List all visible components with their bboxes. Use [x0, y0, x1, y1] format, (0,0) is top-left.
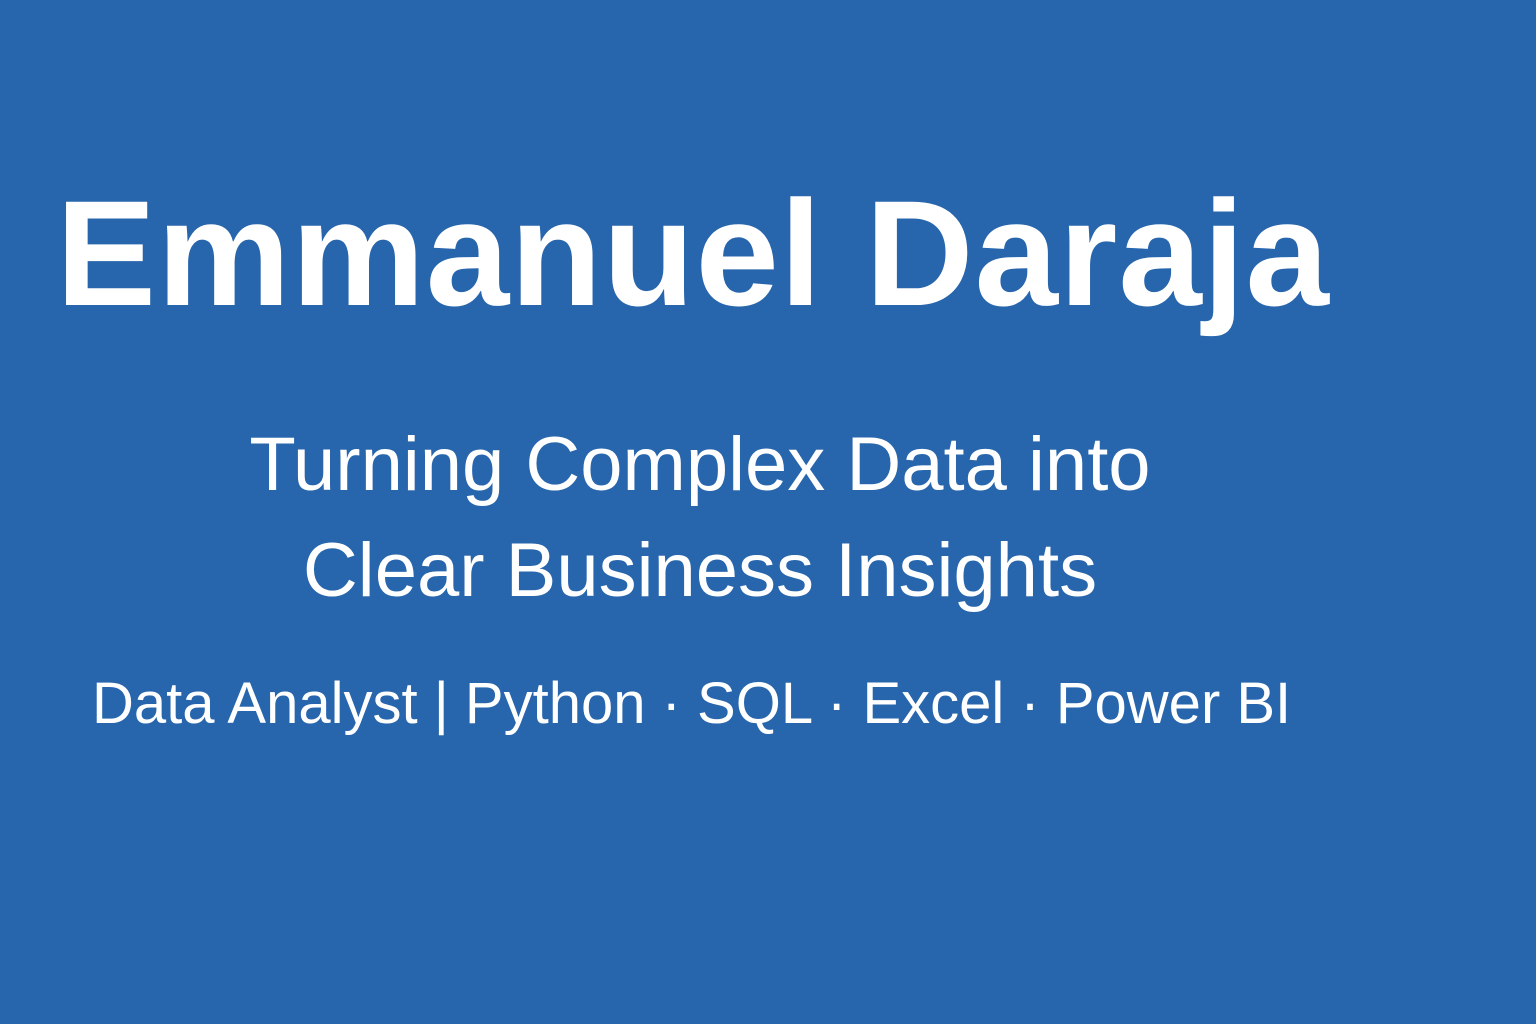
tagline-line-2: Clear Business Insights [302, 528, 1098, 613]
profile-name: Emmanuel Daraja [56, 169, 1330, 337]
profile-banner: Emmanuel Daraja Turning Complex Data int… [0, 0, 1536, 1024]
tagline: Turning Complex Data into Clear Business… [130, 412, 1270, 624]
tagline-line-1: Turning Complex Data into [249, 422, 1151, 507]
role-and-skills: Data Analyst | Python · SQL · Excel · Po… [92, 671, 1292, 736]
